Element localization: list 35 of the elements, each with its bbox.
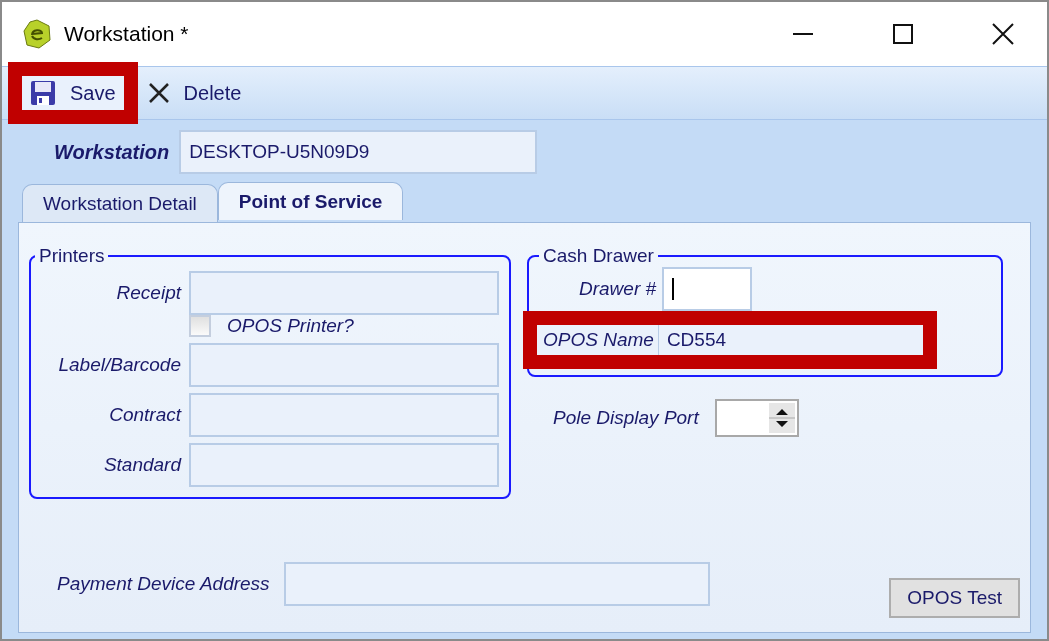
input-field[interactable] bbox=[189, 343, 499, 387]
field-label: Receipt bbox=[116, 282, 181, 304]
minimize-icon[interactable] bbox=[793, 33, 813, 35]
input-field[interactable] bbox=[189, 443, 499, 487]
input-field[interactable] bbox=[662, 267, 753, 311]
opos-test-button[interactable]: OPOS Test bbox=[889, 578, 1020, 618]
tab[interactable]: Point of Service bbox=[217, 182, 404, 220]
input-field[interactable] bbox=[189, 393, 499, 437]
input-field[interactable]: OPOS Name CD554 bbox=[537, 325, 923, 355]
maximize-icon[interactable] bbox=[893, 24, 913, 44]
input-field[interactable] bbox=[189, 271, 499, 315]
checkbox[interactable] bbox=[189, 315, 211, 337]
field-label: Standard bbox=[103, 454, 181, 476]
checkbox-label: OPOS Printer? bbox=[227, 315, 354, 337]
save-icon bbox=[30, 80, 56, 106]
field-label: Pole Display Port bbox=[553, 407, 699, 429]
input-field[interactable] bbox=[283, 562, 710, 606]
spin-box[interactable] bbox=[714, 399, 799, 437]
close-x-icon bbox=[147, 82, 170, 104]
group-title: Printers bbox=[38, 245, 106, 267]
field-label: Contract bbox=[109, 404, 181, 426]
spin-arrows-icon bbox=[768, 403, 795, 433]
group-title: Cash Drawer bbox=[542, 245, 655, 267]
save-button[interactable]: Save bbox=[22, 76, 124, 110]
app-logo-icon bbox=[22, 19, 52, 49]
window-title: Workstation * bbox=[64, 22, 190, 46]
close-icon[interactable] bbox=[992, 23, 1014, 45]
delete-button[interactable]: Delete bbox=[139, 77, 250, 109]
field-label: Workstation bbox=[54, 140, 170, 164]
field-label: Drawer # bbox=[579, 278, 657, 300]
input-field[interactable]: DESKTOP-U5N09D9 bbox=[179, 130, 538, 174]
text-cursor-icon bbox=[672, 278, 675, 300]
tab[interactable]: Workstation Detail bbox=[22, 184, 218, 222]
field-label: Payment Device Address bbox=[57, 573, 270, 595]
field-label: Label/Barcode bbox=[58, 354, 181, 376]
